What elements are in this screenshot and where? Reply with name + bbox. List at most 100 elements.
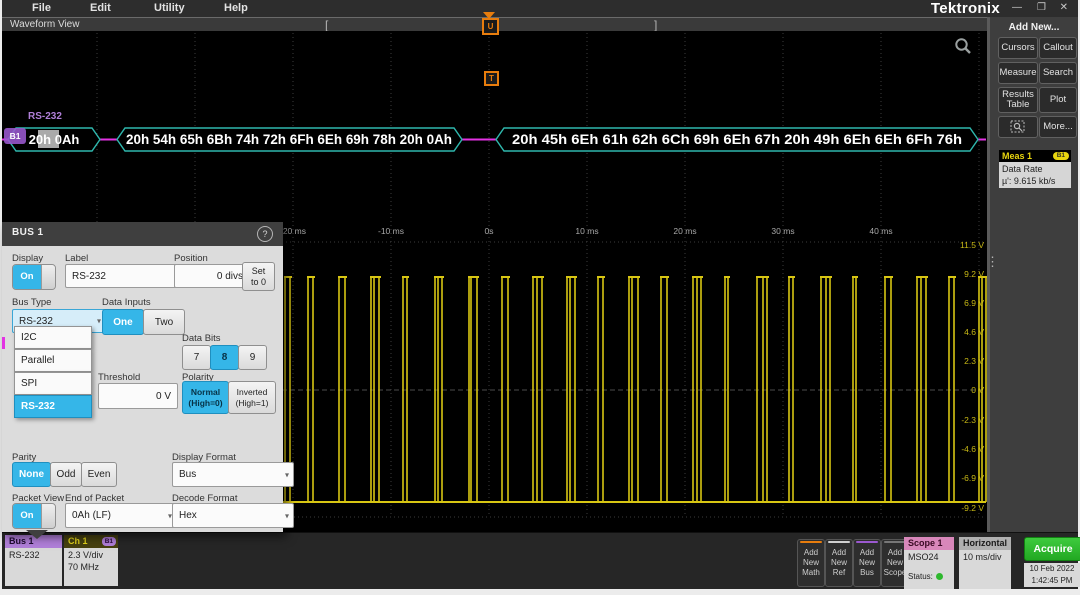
add-new-ref-button[interactable]: Add New Ref — [825, 539, 853, 587]
chevron-down-icon: ▾ — [285, 470, 289, 479]
data-bits-7-button[interactable]: 7 — [182, 345, 211, 370]
polarity-inverted-button[interactable]: Inverted (High=1) — [228, 381, 276, 414]
menu-file[interactable]: File — [32, 2, 51, 14]
bus1-channel-badge[interactable]: Bus 1 RS-232 — [5, 535, 62, 586]
badge-line: Status: — [908, 571, 950, 583]
threshold-input[interactable]: 0 V — [98, 383, 178, 409]
meas-title: Meas 1 — [1002, 151, 1032, 161]
bus-b1-badge[interactable]: B1 — [4, 128, 26, 144]
dropdown-value: Hex — [179, 510, 197, 521]
visual-search-icon — [1010, 120, 1026, 134]
dialog-title-bar[interactable]: BUS 1 ? — [2, 222, 283, 246]
results-table-button[interactable]: ResultsTable — [998, 87, 1038, 113]
menu-utility[interactable]: Utility — [154, 2, 185, 14]
menu-bar: File Edit Utility Help Tektronix — ❐ ✕ — [2, 0, 1078, 17]
end-of-packet-dropdown[interactable]: 0Ah (LF) ▾ — [65, 503, 177, 528]
data-bits-8-button[interactable]: 8 — [210, 345, 239, 370]
badge-title: Scope 1 — [908, 538, 943, 548]
display-toggle[interactable]: On — [12, 264, 56, 290]
add-new-title: Add New... — [990, 22, 1078, 33]
plot-button[interactable]: Plot — [1039, 87, 1077, 113]
packet-view-toggle[interactable]: On — [12, 503, 56, 529]
tab-waveform-view[interactable]: Waveform View — [10, 19, 79, 30]
menu-edit[interactable]: Edit — [90, 2, 111, 14]
button-label: (High=0) — [188, 398, 222, 409]
bus-type-option-parallel[interactable]: Parallel — [14, 349, 92, 372]
more-button[interactable]: More... — [1039, 116, 1077, 138]
toggle-on-label: On — [13, 265, 41, 289]
parity-none-button[interactable]: None — [12, 462, 51, 487]
callout-button[interactable]: Callout — [1039, 37, 1077, 59]
button-label: (High=1) — [236, 398, 269, 409]
meas-name: Data Rate — [1002, 163, 1068, 175]
data-bits-9-button[interactable]: 9 — [238, 345, 267, 370]
display-label: Display — [12, 253, 43, 264]
position-input[interactable]: 0 divs — [174, 264, 250, 288]
search-button[interactable]: Search — [1039, 62, 1077, 84]
visual-search-button[interactable] — [998, 116, 1038, 138]
data-inputs-two-button[interactable]: Two — [143, 309, 185, 335]
ch1-channel-badge[interactable]: Ch 1 B1 2.3 V/div 70 MHz — [64, 535, 118, 586]
option-label: RS-232 — [21, 401, 55, 412]
panel-grip-icon[interactable]: ⋮ — [986, 258, 992, 280]
toggle-thumb — [41, 265, 55, 289]
add-new-math-button[interactable]: Add New Math — [797, 539, 825, 587]
bottom-bar: Bus 1 RS-232 Ch 1 B1 2.3 V/div 70 MHz Ad… — [2, 532, 1078, 589]
bus-position-marker[interactable] — [2, 337, 5, 349]
badge-line: MSO24 — [908, 551, 950, 563]
bus-type-option-rs232[interactable]: RS-232 — [14, 395, 92, 418]
scope1-badge[interactable]: Scope 1 MSO24 Status: — [904, 537, 954, 589]
restore-icon[interactable]: ❐ — [1037, 2, 1046, 13]
acquisition-bracket-right: ] — [654, 18, 657, 32]
bus-source-label: RS-232 — [28, 111, 62, 122]
bus1-config-dialog: BUS 1 ? Display On Label RS-232 Position… — [2, 222, 283, 532]
button-label: New — [803, 558, 819, 568]
add-new-bus-button[interactable]: Add New Bus — [853, 539, 881, 587]
parity-odd-button[interactable]: Odd — [50, 462, 82, 487]
threshold-label: Threshold — [98, 372, 140, 383]
volt-tick-label: -6.9 V — [940, 473, 984, 483]
date-label: 10 Feb 2022 — [1024, 563, 1080, 575]
label-input[interactable]: RS-232 — [65, 264, 179, 288]
decode-format-dropdown[interactable]: Hex ▾ — [172, 503, 294, 528]
button-label: Odd — [57, 469, 76, 480]
oscilloscope-app: File Edit Utility Help Tektronix — ❐ ✕ W… — [2, 0, 1078, 588]
measure-button[interactable]: Measure — [998, 62, 1038, 84]
close-icon[interactable]: ✕ — [1060, 2, 1068, 13]
badge-line: 2.3 V/div — [68, 549, 114, 561]
minimize-icon[interactable]: — — [1012, 2, 1022, 13]
horizontal-badge[interactable]: Horizontal 10 ms/div — [959, 537, 1011, 589]
trigger-position-t-icon[interactable]: T — [484, 71, 499, 86]
trigger-marker-u-icon[interactable]: U — [482, 18, 499, 35]
parity-even-button[interactable]: Even — [81, 462, 117, 487]
cursors-button[interactable]: Cursors — [998, 37, 1038, 59]
badge-line: 70 MHz — [68, 561, 114, 573]
menu-help[interactable]: Help — [224, 2, 248, 14]
bus-type-option-spi[interactable]: SPI — [14, 372, 92, 395]
button-label: Math — [802, 568, 820, 578]
button-label: Add — [888, 548, 902, 558]
polarity-normal-button[interactable]: Normal (High=0) — [182, 381, 229, 414]
volt-tick-label: 9.2 V — [940, 269, 984, 279]
data-inputs-one-button[interactable]: One — [102, 309, 144, 335]
dropdown-value: 0Ah (LF) — [72, 510, 111, 521]
bus-type-option-i2c[interactable]: I2C — [14, 326, 92, 349]
badge-line: 10 ms/div — [963, 552, 1002, 562]
button-label: 9 — [250, 352, 256, 363]
button-label: Scope — [884, 568, 907, 578]
math-color-stripe — [800, 541, 822, 543]
acquire-button[interactable]: Acquire — [1024, 537, 1080, 561]
button-label: Search — [1043, 68, 1073, 78]
zoom-icon[interactable] — [954, 37, 972, 55]
ch1-bus-pill: B1 — [102, 537, 116, 546]
time-label: 1:42:45 PM — [1024, 575, 1080, 587]
label-label: Label — [65, 253, 88, 264]
help-icon[interactable]: ? — [257, 226, 273, 242]
toggle-thumb — [41, 504, 55, 528]
button-label: More... — [1043, 122, 1073, 132]
display-format-dropdown[interactable]: Bus ▾ — [172, 462, 294, 487]
bus-packet-text: 20h 54h 65h 6Bh 74h 72h 6Fh 6Eh 69h 78h … — [126, 132, 452, 147]
meas1-badge[interactable]: Meas 1 B1 Data Rate µ': 9.615 kb/s — [999, 150, 1071, 188]
set-to-zero-button[interactable]: Set to 0 — [242, 262, 275, 291]
date-time-display[interactable]: 10 Feb 2022 1:42:45 PM — [1024, 563, 1080, 587]
